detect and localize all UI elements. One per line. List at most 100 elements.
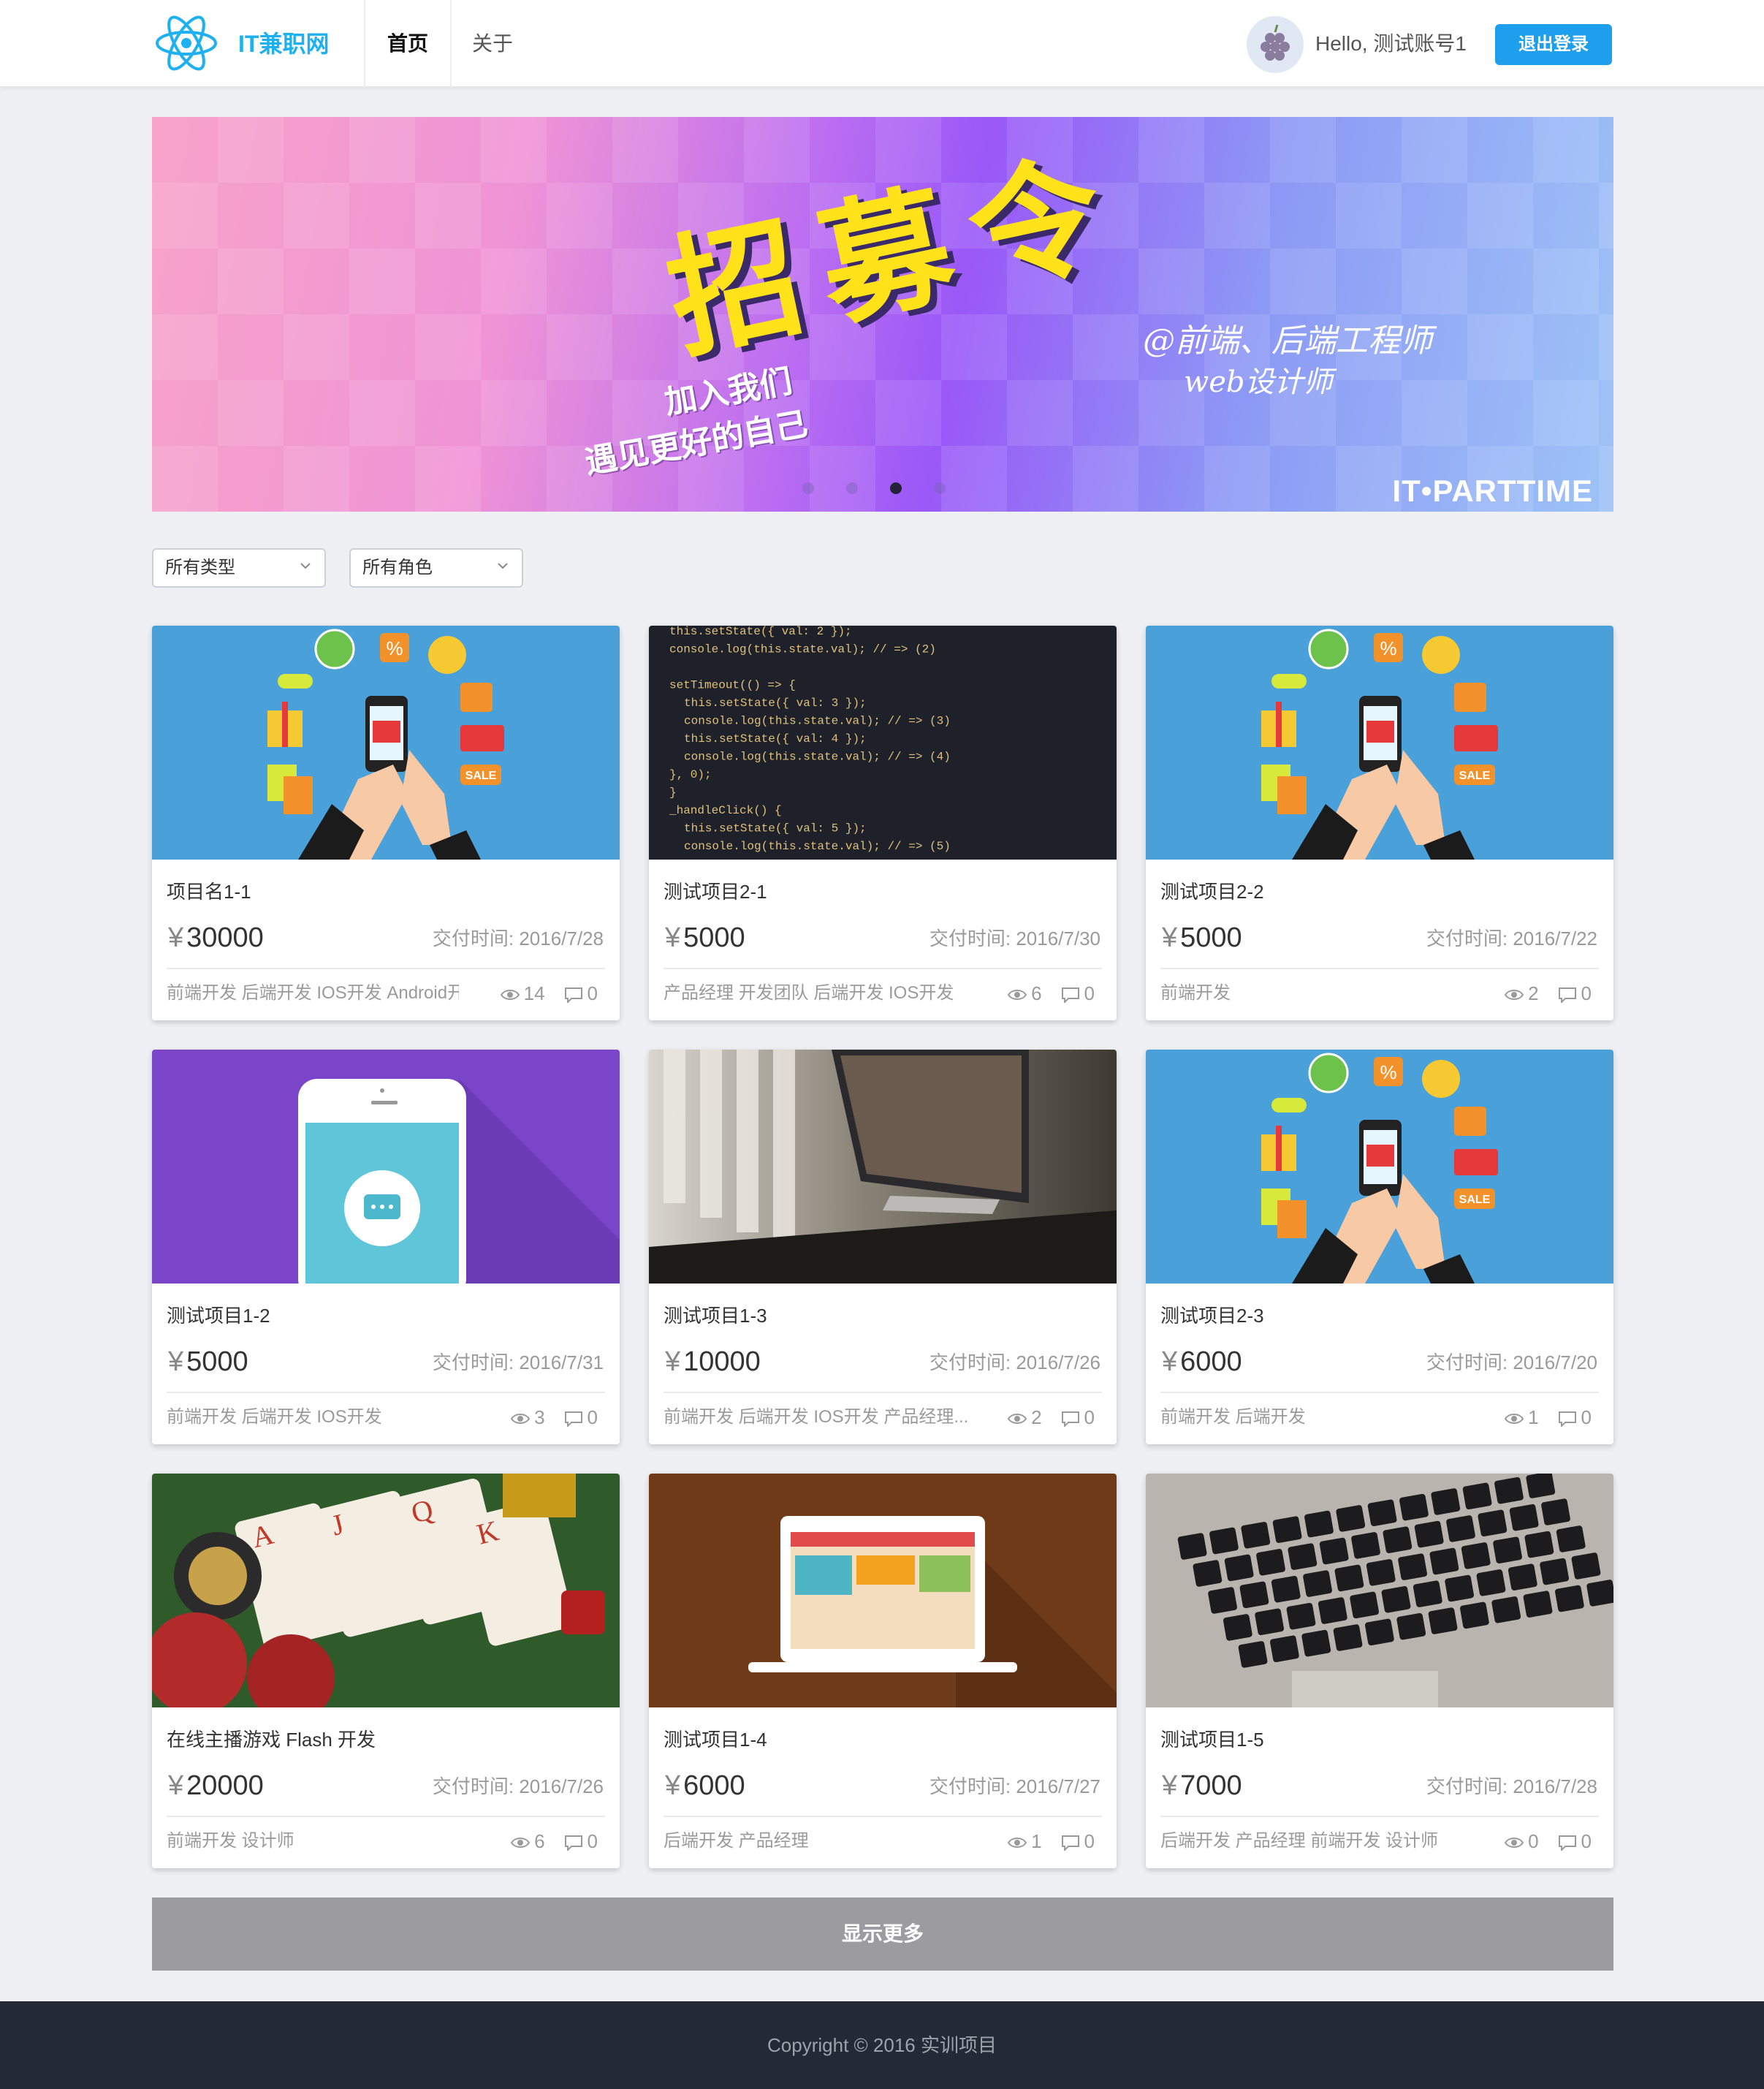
currency-symbol: ¥ xyxy=(1162,1346,1178,1377)
svg-text:this.setState({ val: 3 });: this.setState({ val: 3 }); xyxy=(684,697,867,710)
project-price: ¥5000 xyxy=(665,920,745,956)
project-thumbnail[interactable] xyxy=(152,1050,620,1284)
comment-count: 0 xyxy=(1581,1406,1592,1428)
project-price: ¥10000 xyxy=(665,1343,761,1380)
svg-text:console.log(this.state.val); /: console.log(this.state.val); // => (2) xyxy=(669,643,936,656)
project-card[interactable]: 测试项目1-2 ¥5000 交付时间: 2016/7/31 前端开发 后端开发 … xyxy=(152,1050,620,1444)
project-title[interactable]: 在线主播游戏 Flash 开发 xyxy=(167,1726,376,1753)
project-title[interactable]: 项目名1-1 xyxy=(167,879,251,905)
svg-text:this.setState({ val: 2 });: this.setState({ val: 2 }); xyxy=(669,626,852,638)
project-card[interactable]: % SALE 项目名1-1 ¥30000 交付时间: 2016/7/28 前端开… xyxy=(152,626,620,1020)
comment-icon xyxy=(564,1411,582,1428)
view-count: 1 xyxy=(1528,1406,1539,1428)
nav-divider xyxy=(364,0,365,88)
eye-icon xyxy=(1007,1838,1027,1849)
card-divider xyxy=(1160,968,1599,969)
brand-name[interactable]: IT兼职网 xyxy=(238,26,329,61)
nav-home[interactable]: 首页 xyxy=(387,26,428,61)
project-due-date: 交付时间: 2016/7/27 xyxy=(929,1775,1100,1797)
project-tags: 产品经理 开发团队 后端开发 IOS开发 xyxy=(664,983,954,1003)
project-thumbnail[interactable] xyxy=(649,1474,1117,1707)
project-card[interactable]: this.setState({ val: 2 }); console.log(th… xyxy=(649,626,1117,1020)
comment-count: 0 xyxy=(1084,1830,1095,1852)
project-title[interactable]: 测试项目2-3 xyxy=(1160,1303,1264,1329)
svg-text:this.setState({ val: 4 });: this.setState({ val: 4 }); xyxy=(684,732,867,746)
project-card[interactable]: % SALE 测试项目2-2 ¥5000 交付时间: 2016/7/22 前端开… xyxy=(1146,626,1613,1020)
svg-text:console.log(this.state.val); /: console.log(this.state.val); // => (5) xyxy=(684,840,951,853)
project-thumbnail[interactable]: % SALE xyxy=(152,626,620,860)
project-thumbnail[interactable] xyxy=(649,1050,1117,1284)
project-thumbnail[interactable]: this.setState({ val: 2 }); console.log(th… xyxy=(649,626,1117,860)
comment-icon xyxy=(564,987,582,1004)
show-more-button[interactable]: 显示更多 xyxy=(152,1897,1613,1971)
project-tags: 前端开发 后端开发 IOS开发 产品经理... xyxy=(664,1407,969,1427)
project-stats: 60 xyxy=(510,1823,598,1859)
eye-icon xyxy=(500,990,520,1001)
project-tags: 前端开发 后端开发 IOS开发 xyxy=(167,1407,382,1427)
view-count: 3 xyxy=(534,1406,545,1428)
project-title[interactable]: 测试项目1-2 xyxy=(167,1303,270,1329)
comment-icon xyxy=(1558,987,1576,1004)
price-value: 6000 xyxy=(683,1770,745,1801)
eye-icon xyxy=(510,1838,531,1849)
project-price: ¥6000 xyxy=(1162,1343,1242,1380)
project-thumbnail[interactable]: % SALE xyxy=(1146,626,1613,860)
comment-icon xyxy=(1558,1835,1576,1852)
project-title[interactable]: 测试项目2-2 xyxy=(1160,879,1264,905)
price-value: 5000 xyxy=(1180,922,1242,953)
project-title[interactable]: 测试项目1-3 xyxy=(664,1303,767,1329)
project-title[interactable]: 测试项目1-5 xyxy=(1160,1726,1264,1753)
comment-count: 0 xyxy=(587,1406,598,1428)
role-select[interactable]: 所有角色 xyxy=(349,548,523,588)
project-card[interactable]: 测试项目1-4 ¥6000 交付时间: 2016/7/27 后端开发 产品经理 … xyxy=(649,1474,1117,1868)
avatar[interactable] xyxy=(1247,16,1304,73)
carousel-dot[interactable] xyxy=(934,482,946,494)
nav-about[interactable]: 关于 xyxy=(472,26,513,61)
project-thumbnail[interactable] xyxy=(1146,1474,1613,1707)
project-card[interactable]: 测试项目1-5 ¥7000 交付时间: 2016/7/28 后端开发 产品经理 … xyxy=(1146,1474,1613,1868)
svg-text:setTimeout(() => {: setTimeout(() => { xyxy=(669,679,796,692)
nav-divider xyxy=(450,0,452,88)
project-card[interactable]: % SALE 测试项目2-3 ¥6000 交付时间: 2016/7/20 前端开… xyxy=(1146,1050,1613,1444)
project-tags: 前端开发 xyxy=(1160,983,1231,1003)
view-count: 0 xyxy=(1528,1830,1539,1852)
project-stats: 14 0 xyxy=(500,975,598,1012)
project-due-date: 交付时间: 2016/7/26 xyxy=(929,1351,1100,1373)
price-value: 20000 xyxy=(186,1770,264,1801)
card-divider xyxy=(664,1392,1102,1393)
project-thumbnail[interactable]: A J Q K xyxy=(152,1474,620,1707)
project-price: ¥20000 xyxy=(168,1767,264,1804)
view-count: 1 xyxy=(1031,1830,1042,1852)
banner-brand: IT•PARTTIME xyxy=(1392,474,1593,508)
project-thumbnail[interactable]: % SALE xyxy=(1146,1050,1613,1284)
react-atom-logo-icon[interactable] xyxy=(153,10,219,76)
project-price: ¥6000 xyxy=(665,1767,745,1804)
carousel-dot[interactable] xyxy=(802,482,814,494)
card-divider xyxy=(664,1816,1102,1817)
grape-avatar-icon xyxy=(1261,24,1290,61)
comment-count: 0 xyxy=(1581,982,1592,1004)
project-card[interactable]: 测试项目1-3 ¥10000 交付时间: 2016/7/26 前端开发 后端开发… xyxy=(649,1050,1117,1444)
carousel-dot[interactable] xyxy=(846,482,858,494)
card-divider xyxy=(1160,1392,1599,1393)
project-card[interactable]: A J Q K 在线主播游戏 Flash 开发 ¥20000 交付时间: 201… xyxy=(152,1474,620,1868)
project-price: ¥30000 xyxy=(168,920,264,956)
project-title[interactable]: 测试项目1-4 xyxy=(664,1726,767,1753)
view-count: 6 xyxy=(534,1830,545,1852)
currency-symbol: ¥ xyxy=(168,1770,184,1801)
role-select-value: 所有角色 xyxy=(362,558,433,577)
comment-count: 0 xyxy=(1084,982,1095,1004)
currency-symbol: ¥ xyxy=(168,1346,184,1377)
project-due-date: 交付时间: 2016/7/28 xyxy=(1426,1775,1597,1797)
project-title[interactable]: 测试项目2-1 xyxy=(664,879,767,905)
project-stats: 10 xyxy=(1504,1399,1592,1436)
project-stats: 20 xyxy=(1504,975,1592,1012)
type-select[interactable]: 所有类型 xyxy=(152,548,326,588)
svg-text:%: % xyxy=(1380,637,1396,659)
banner-carousel[interactable]: 招募令 加入我们 遇见更好的自己 @前端、后端工程师 web设计师 IT•PAR… xyxy=(152,117,1613,512)
carousel-dot-active[interactable] xyxy=(890,482,902,494)
price-value: 10000 xyxy=(683,1346,761,1377)
logout-button[interactable]: 退出登录 xyxy=(1495,24,1612,65)
project-tags: 前端开发 后端开发 xyxy=(1160,1407,1306,1427)
project-stats: 10 xyxy=(1007,1823,1095,1859)
